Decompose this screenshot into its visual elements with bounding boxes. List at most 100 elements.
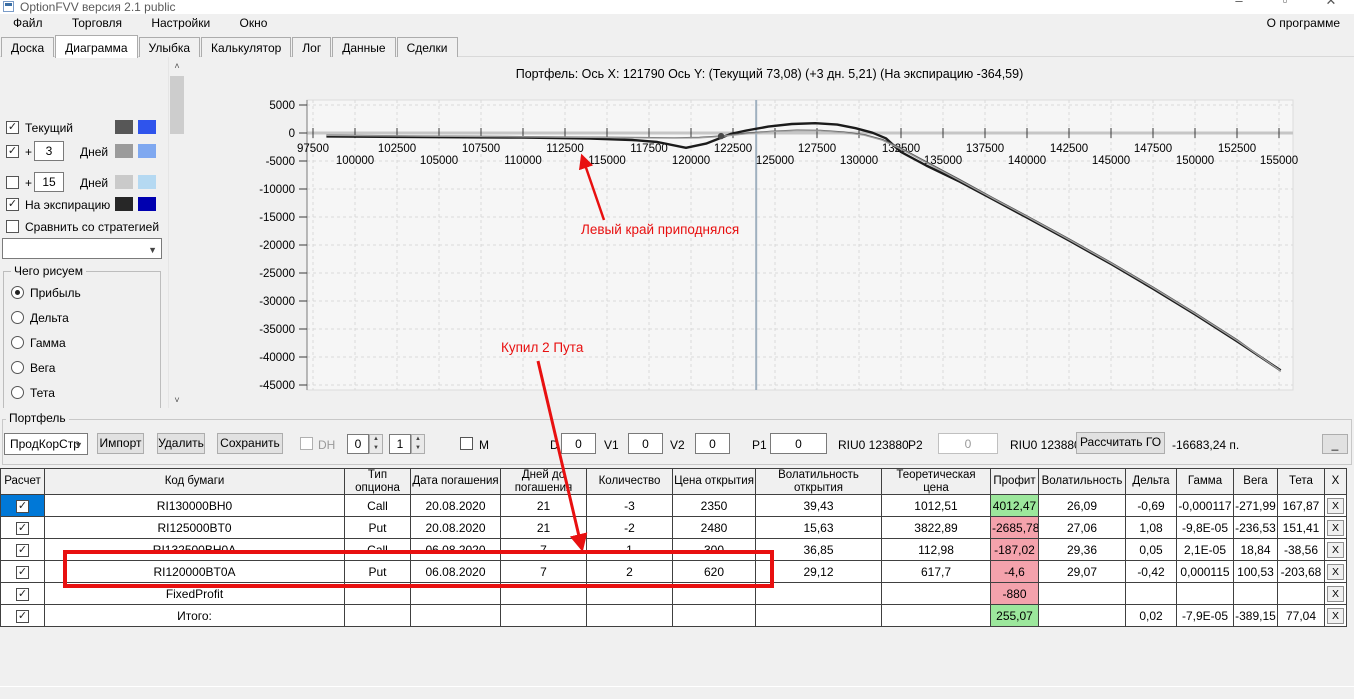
cell-code[interactable]: FixedProfit	[44, 582, 345, 606]
cell-open-vol[interactable]: 36,85	[755, 538, 882, 562]
cell-vega[interactable]: 100,53	[1233, 560, 1278, 584]
col-header-open-vol[interactable]: Волатильность открытия	[755, 467, 882, 496]
calc-checkbox-cell[interactable]: ✓	[0, 538, 45, 562]
cell-theor-price[interactable]: 3822,89	[881, 516, 991, 540]
cell-vol[interactable]	[1038, 604, 1126, 628]
col-header-profit[interactable]: Профит	[990, 467, 1039, 496]
table-row[interactable]: ✓ RI132500BH0A Call 06.08.2020 7 1 300 36,85 112…	[0, 538, 1347, 562]
radio-2[interactable]	[11, 311, 24, 324]
cell-gamma[interactable]: -0,000117	[1176, 494, 1234, 518]
radio-4[interactable]	[11, 361, 24, 374]
spinner-1-value[interactable]: 0	[347, 434, 369, 454]
profit-chart[interactable]: 5000 0 -5000 -10000 -15000 -20000 -25000 -30000…	[185, 57, 1354, 408]
cell-profit[interactable]: -187,02	[990, 538, 1039, 562]
remove-row-button[interactable]: X	[1327, 541, 1344, 558]
cell-date[interactable]	[410, 582, 501, 606]
cell-date[interactable]	[410, 604, 501, 628]
cell-days[interactable]: 7	[500, 538, 587, 562]
cell-vol[interactable]: 27,06	[1038, 516, 1126, 540]
col-header-code[interactable]: Код бумаги	[44, 467, 345, 496]
radio-5[interactable]	[11, 386, 24, 399]
cell-days[interactable]: 21	[500, 494, 587, 518]
cell-profit[interactable]: -880	[990, 582, 1039, 606]
menu-trade[interactable]: Торговля	[59, 14, 135, 34]
delete-button[interactable]: Удалить	[157, 433, 205, 454]
scrollbar-thumb[interactable]	[170, 76, 184, 134]
row-checkbox[interactable]: ✓	[16, 609, 29, 623]
cell-code[interactable]: RI120000BT0A	[44, 560, 345, 584]
cell-theta[interactable]: 77,04	[1277, 604, 1325, 628]
cell-date[interactable]: 20.08.2020	[410, 516, 501, 540]
close-button[interactable]: ✕	[1316, 0, 1346, 9]
minimize-button[interactable]: –	[1224, 0, 1254, 9]
strategy-select[interactable]: ПродКорСтр ▼	[4, 433, 88, 455]
cell-date[interactable]: 06.08.2020	[410, 538, 501, 562]
col-header-calc[interactable]: Расчет	[0, 467, 45, 496]
cell-open-price[interactable]	[672, 582, 756, 606]
cell-theta[interactable]: 151,41	[1277, 516, 1325, 540]
remove-row-button[interactable]: X	[1327, 563, 1344, 580]
tab-1[interactable]: Доска	[1, 37, 55, 57]
cell-theta[interactable]: -38,56	[1277, 538, 1325, 562]
cell-theta[interactable]	[1277, 582, 1325, 606]
table-row[interactable]: ✓ Итого: 255,07 0,02 -7,9E-05 -389,15 77,04 X	[0, 604, 1347, 628]
table-row[interactable]: ✓ RI120000BT0A Put 06.08.2020 7 2 620 29,12 617,…	[0, 560, 1347, 584]
cell-type[interactable]: Put	[344, 560, 411, 584]
cell-vol[interactable]: 29,36	[1038, 538, 1126, 562]
cell-open-price[interactable]: 300	[672, 538, 756, 562]
col-header-vol[interactable]: Волатильность	[1038, 467, 1126, 496]
spinner-arrows-icon[interactable]: ▲ ▼	[411, 434, 425, 454]
cell-type[interactable]	[344, 582, 411, 606]
days-input-3[interactable]	[34, 141, 64, 161]
scroll-up-icon[interactable]: ˄	[169, 57, 185, 74]
remove-row-button[interactable]: X	[1327, 497, 1344, 514]
d-field[interactable]	[561, 433, 596, 454]
col-header-qty[interactable]: Количество	[586, 467, 673, 496]
cell-vega[interactable]: 18,84	[1233, 538, 1278, 562]
collapse-panel-button[interactable]: _	[1322, 434, 1348, 454]
cell-x[interactable]: X	[1324, 560, 1347, 584]
cell-x[interactable]: X	[1324, 538, 1347, 562]
row-checkbox[interactable]: ✓	[16, 543, 29, 557]
cell-days[interactable]	[500, 582, 587, 606]
cell-delta[interactable]: -0,69	[1125, 494, 1177, 518]
v1-field[interactable]	[628, 433, 663, 454]
cell-theor-price[interactable]: 1012,51	[881, 494, 991, 518]
dh-checkbox[interactable]	[300, 437, 313, 450]
tab-7[interactable]: Сделки	[396, 37, 458, 57]
cell-profit[interactable]: -2685,78	[990, 516, 1039, 540]
cell-theor-price[interactable]	[881, 582, 991, 606]
col-header-theor-price[interactable]: Теоретическая цена	[881, 467, 991, 496]
cell-type[interactable]	[344, 604, 411, 628]
checkbox-plus15[interactable]	[6, 176, 19, 189]
cell-delta[interactable]: -0,42	[1125, 560, 1177, 584]
cell-vol[interactable]: 29,07	[1038, 560, 1126, 584]
cell-qty[interactable]: -3	[586, 494, 673, 518]
col-header-theta[interactable]: Тета	[1277, 467, 1325, 496]
tab-2[interactable]: Диаграмма	[55, 35, 138, 58]
tab-6[interactable]: Данные	[332, 37, 396, 57]
m-checkbox[interactable]	[460, 437, 473, 450]
cell-gamma[interactable]: -9,8E-05	[1176, 516, 1234, 540]
cell-vol[interactable]	[1038, 582, 1126, 606]
col-header-date[interactable]: Дата погашения	[410, 467, 501, 496]
calc-checkbox-cell[interactable]: ✓	[0, 582, 45, 606]
maximize-button[interactable]: ▫	[1270, 0, 1300, 9]
table-row[interactable]: ✓ FixedProfit -880 X	[0, 582, 1347, 606]
cell-delta[interactable]: 0,02	[1125, 604, 1177, 628]
cell-profit[interactable]: 255,07	[990, 604, 1039, 628]
col-header-vega[interactable]: Вега	[1233, 467, 1278, 496]
strategy-compare-dropdown[interactable]: ▼	[2, 238, 162, 259]
tab-3[interactable]: Улыбка	[138, 37, 201, 57]
cell-open-vol[interactable]: 15,63	[755, 516, 882, 540]
row-checkbox[interactable]: ✓	[16, 565, 29, 579]
cell-vega[interactable]: -271,99	[1233, 494, 1278, 518]
cell-qty[interactable]	[586, 582, 673, 606]
checkbox-expiration[interactable]	[6, 198, 19, 211]
cell-qty[interactable]	[586, 604, 673, 628]
menu-window[interactable]: Окно	[227, 14, 281, 34]
cell-vega[interactable]: -389,15	[1233, 604, 1278, 628]
remove-row-button[interactable]: X	[1327, 607, 1344, 624]
cell-code[interactable]: RI132500BH0A	[44, 538, 345, 562]
cell-gamma[interactable]: 0,000115	[1176, 560, 1234, 584]
